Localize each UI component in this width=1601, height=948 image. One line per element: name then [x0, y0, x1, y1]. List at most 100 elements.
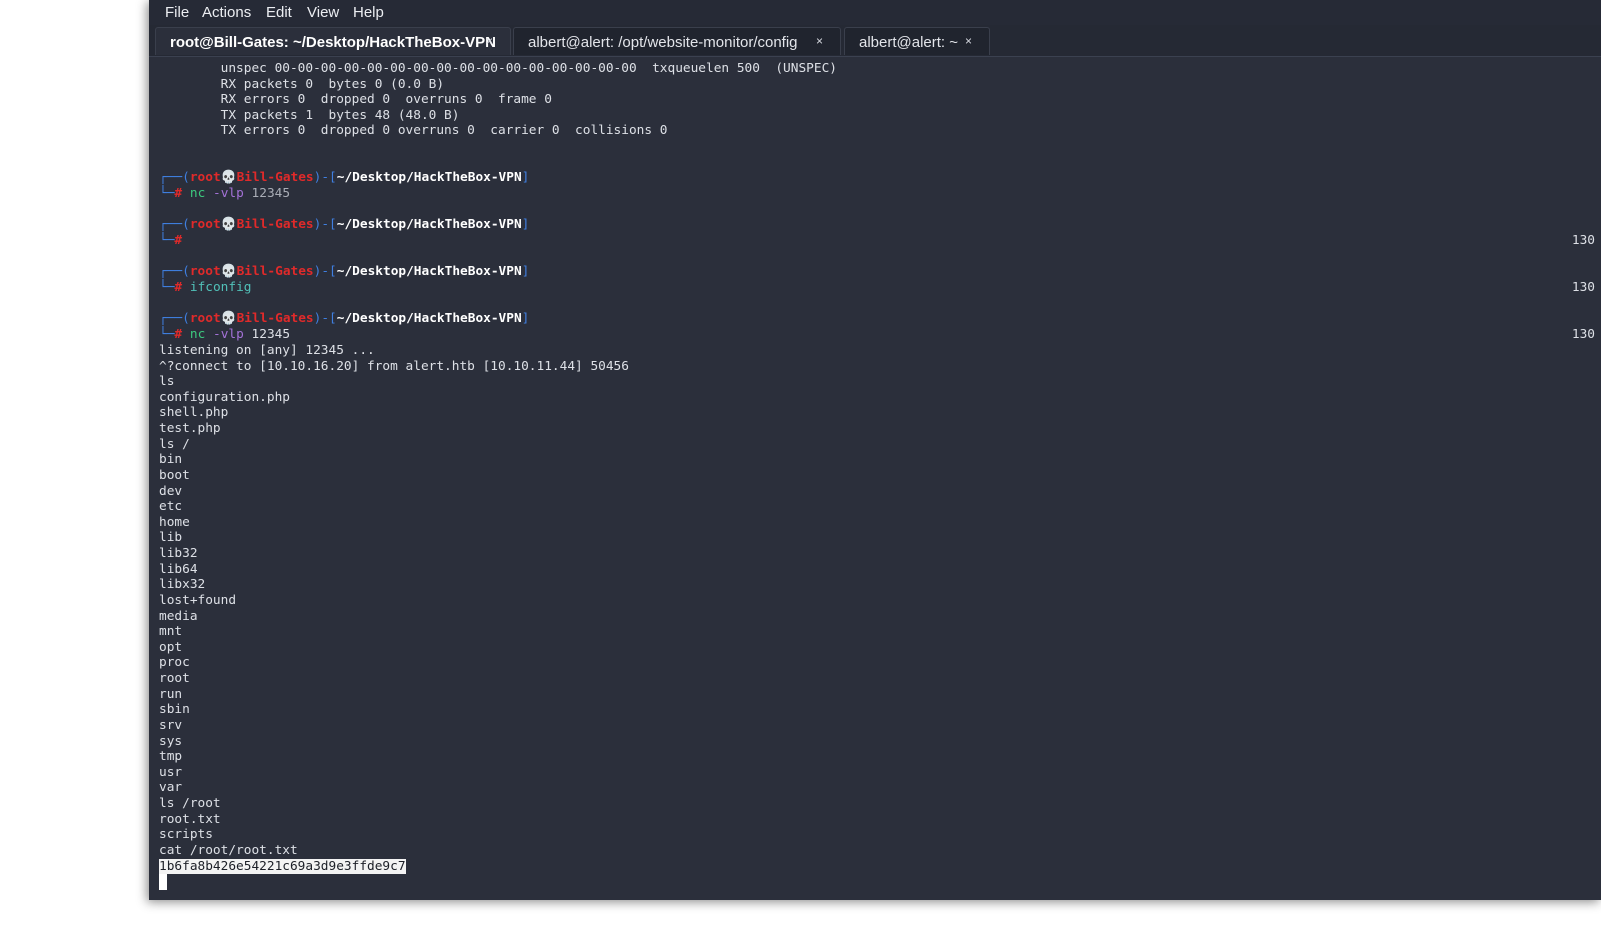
terminal-cursor [159, 874, 167, 890]
terminal-line: ls /root [159, 795, 221, 811]
terminal-line: tmp [159, 749, 183, 765]
prompt-user: root [189, 311, 221, 326]
prompt-user: root [189, 217, 221, 232]
prompt-corner: ┌──( [159, 170, 190, 185]
terminal-line: TX errors 0 dropped 0 overruns 0 carrier… [159, 123, 668, 139]
prompt-bracket: ] [521, 264, 530, 279]
prompt-host: Bill-Gates [236, 170, 314, 185]
prompt-host: Bill-Gates [236, 311, 314, 326]
prompt-host: Bill-Gates [236, 217, 314, 232]
tab-label: albert@alert: /opt/website-monitor/confi… [528, 34, 798, 51]
command-line: └─# [159, 233, 182, 249]
prompt-path: ~/Desktop/HackTheBox-VPN [336, 311, 522, 326]
prompt-corner: ┌──( [159, 217, 190, 232]
terminal-line: configuration.php [159, 389, 290, 405]
prompt-corner: └─ [159, 185, 175, 201]
terminal-line: libx32 [159, 577, 206, 593]
close-icon[interactable]: × [486, 34, 493, 48]
terminal-line: sbin [159, 702, 190, 718]
terminal-line: listening on [any] 12345 ... [159, 343, 375, 358]
prompt-bracket: ] [521, 170, 530, 185]
skull-icon: 💀 [220, 217, 237, 232]
skull-icon: 💀 [220, 170, 237, 185]
prompt-host: Bill-Gates [236, 264, 314, 279]
skull-icon: 💀 [220, 311, 237, 326]
terminal-output[interactable]: unspec 00-00-00-00-00-00-00-00-00-00-00-… [149, 57, 1601, 900]
tab-label: root@Bill-Gates: ~/Desktop/HackTheBox-VP… [170, 34, 496, 51]
command-flag: -vlp [213, 185, 244, 201]
prompt-bracket: ] [521, 311, 530, 326]
prompt-corner: ┌──( [159, 264, 190, 279]
prompt-path: ~/Desktop/HackTheBox-VPN [336, 170, 522, 185]
terminal-line: root [159, 671, 190, 687]
command-flag: -vlp [213, 326, 244, 342]
command-arg: 12345 [251, 185, 291, 201]
terminal-line: sys [159, 733, 183, 749]
terminal-line: lib64 [159, 561, 198, 577]
terminal-line: opt [159, 639, 183, 655]
menu-view[interactable]: View [307, 4, 339, 21]
prompt-corner: └─ [159, 326, 175, 342]
terminal-line: ^?connect to [10.10.16.20] from alert.ht… [159, 358, 629, 374]
terminal-line: ls [159, 374, 175, 390]
terminal-line: proc [159, 655, 190, 671]
terminal-line: dev [159, 483, 183, 499]
command-name: nc [189, 185, 206, 201]
tab-albert-home[interactable]: albert@alert: ~ × [844, 27, 990, 55]
prompt-separator: )-[ [313, 264, 337, 279]
prompt-corner: └─ [159, 232, 175, 248]
terminal-line: bin [159, 452, 183, 468]
menu-actions[interactable]: Actions [202, 4, 251, 21]
prompt-separator: )-[ [313, 170, 337, 185]
command-line: └─# ifconfig [159, 280, 252, 296]
terminal-line: run [159, 686, 183, 702]
close-icon[interactable]: × [816, 34, 823, 48]
prompt-bracket: ] [521, 217, 530, 232]
prompt-hash: # [174, 279, 183, 295]
prompt-path: ~/Desktop/HackTheBox-VPN [336, 217, 522, 232]
prompt-line: ┌──(root💀Bill-Gates)-[~/Desktop/HackTheB… [159, 170, 529, 186]
terminal-line: ls / [159, 436, 190, 452]
terminal-line: unspec 00-00-00-00-00-00-00-00-00-00-00-… [159, 61, 837, 76]
terminal-window: File Actions Edit View Help root@Bill-Ga… [149, 0, 1601, 900]
prompt-corner: └─ [159, 279, 175, 295]
exit-status: 130 [1571, 279, 1595, 295]
terminal-line: lib [159, 530, 183, 546]
terminal-line: TX packets 1 bytes 48 (48.0 B) [159, 107, 460, 123]
tab-albert-config[interactable]: albert@alert: /opt/website-monitor/confi… [513, 27, 841, 55]
terminal-line: test.php [159, 421, 221, 437]
prompt-user: root [189, 170, 221, 185]
menu-file[interactable]: File [165, 4, 189, 21]
prompt-hash: # [174, 185, 183, 201]
terminal-line: usr [159, 764, 183, 780]
prompt-separator: )-[ [313, 217, 337, 232]
prompt-separator: )-[ [313, 311, 337, 326]
prompt-line: ┌──(root💀Bill-Gates)-[~/Desktop/HackTheB… [159, 217, 529, 233]
terminal-line: etc [159, 499, 183, 515]
command-name: nc [189, 326, 206, 342]
tab-bar: root@Bill-Gates: ~/Desktop/HackTheBox-VP… [149, 25, 1601, 57]
terminal-line: boot [159, 467, 190, 483]
terminal-line: root.txt [159, 811, 221, 827]
terminal-line: srv [159, 717, 183, 733]
exit-status: 130 [1571, 326, 1595, 342]
prompt-user: root [189, 264, 221, 279]
menu-bar: File Actions Edit View Help [149, 0, 1601, 25]
command-line: └─# nc -vlp 12345 [159, 327, 290, 343]
terminal-line: RX errors 0 dropped 0 overruns 0 frame 0 [159, 92, 552, 108]
terminal-line: scripts [159, 827, 213, 843]
tab-label: albert@alert: ~ [859, 34, 959, 51]
flag-line: 1b6fa8b426e54221c69a3d9e3ffde9c7 [159, 859, 406, 875]
close-icon[interactable]: × [965, 34, 972, 48]
prompt-hash: # [174, 326, 183, 342]
prompt-line: ┌──(root💀Bill-Gates)-[~/Desktop/HackTheB… [159, 264, 529, 280]
prompt-path: ~/Desktop/HackTheBox-VPN [336, 264, 522, 279]
menu-edit[interactable]: Edit [266, 4, 292, 21]
tab-root-hackthebox[interactable]: root@Bill-Gates: ~/Desktop/HackTheBox-VP… [155, 27, 511, 55]
prompt-corner: ┌──( [159, 311, 190, 326]
terminal-line: mnt [159, 624, 183, 640]
exit-status: 130 [1571, 232, 1595, 248]
menu-help[interactable]: Help [353, 4, 384, 21]
selected-flag[interactable]: 1b6fa8b426e54221c69a3d9e3ffde9c7 [159, 859, 406, 874]
prompt-line: ┌──(root💀Bill-Gates)-[~/Desktop/HackTheB… [159, 311, 529, 327]
